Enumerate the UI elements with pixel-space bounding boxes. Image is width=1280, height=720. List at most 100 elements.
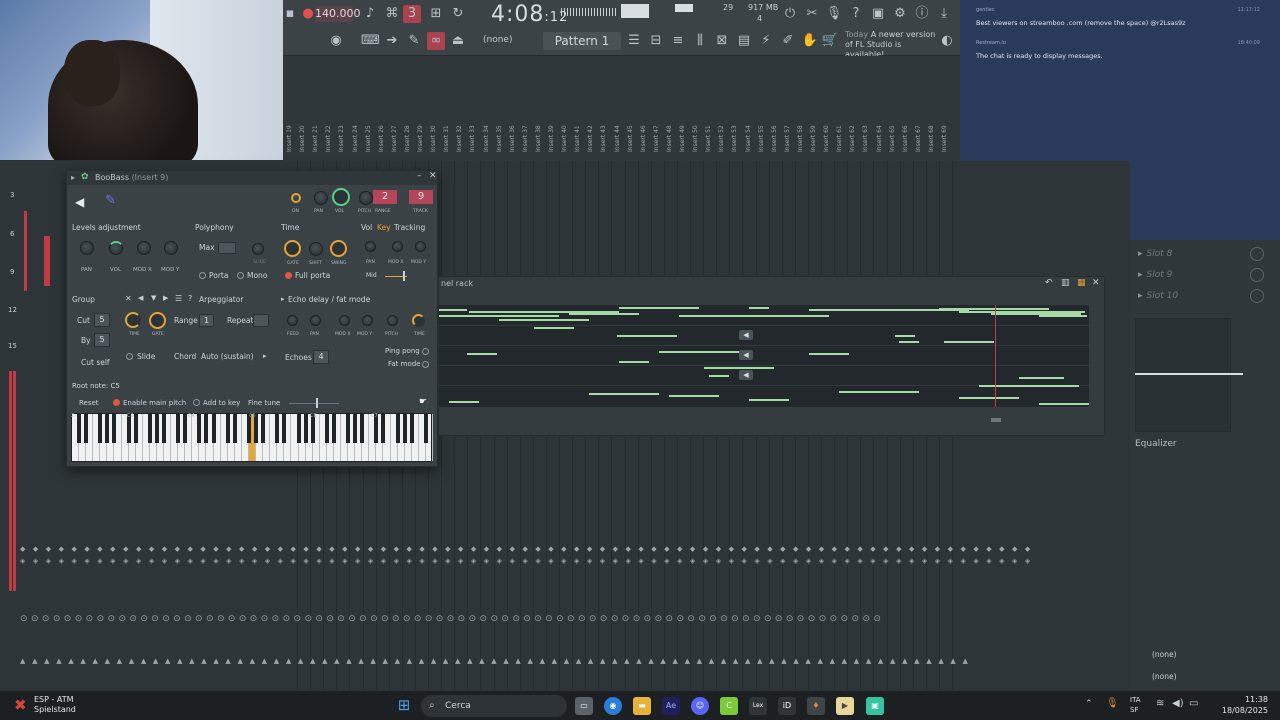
insert-label[interactable]: Insert 65 [889, 92, 899, 152]
note-block[interactable] [619, 361, 649, 363]
piano-black-key[interactable] [84, 414, 89, 443]
plug-icon[interactable]: ⚡ [757, 32, 775, 50]
levels-mody-knob[interactable] [164, 241, 178, 255]
chrome-icon[interactable]: ◉ [604, 697, 622, 715]
insert-label[interactable]: Insert 56 [771, 92, 781, 152]
insert-label[interactable]: Insert 28 [404, 92, 414, 152]
insert-label[interactable]: Insert 35 [496, 92, 506, 152]
cut-self-button[interactable]: Cut self [81, 358, 110, 367]
weather-icon[interactable]: ✖ [14, 696, 27, 714]
piano-black-key[interactable] [147, 414, 152, 443]
piano-black-key[interactable] [197, 414, 202, 443]
system-clock[interactable]: 11:38 18/08/2025 [1222, 694, 1268, 716]
piano-black-key[interactable] [353, 414, 358, 443]
on-knob[interactable] [291, 193, 301, 203]
insert-label[interactable]: Insert 45 [627, 92, 637, 152]
wifi-icon[interactable]: ≋ [1156, 698, 1164, 709]
note-block[interactable] [1039, 403, 1089, 405]
piano-roll-preview[interactable] [439, 305, 1089, 407]
insert-label[interactable]: Insert 25 [365, 92, 375, 152]
loop-record-icon[interactable]: ↻ [449, 5, 467, 23]
slide-radio[interactable] [126, 353, 133, 360]
language-indicator[interactable]: ITA SF [1130, 695, 1141, 715]
task-view-icon[interactable]: ▭ [575, 697, 593, 715]
channel-speaker-icon[interactable]: ◀ [739, 350, 753, 360]
channel-rack-title[interactable]: nel rack [439, 277, 1104, 291]
piano-black-key[interactable] [232, 414, 237, 443]
group-list-icon[interactable]: ☰ [175, 294, 182, 303]
step-edit-icon[interactable]: ⊞ [427, 5, 445, 23]
chord-arrow-icon[interactable]: ▸ [263, 352, 267, 360]
chord-select[interactable]: Auto (sustain) [201, 352, 254, 361]
insert-label[interactable]: Insert 69 [941, 92, 951, 152]
plugin-gear-icon[interactable]: ✿ [81, 172, 89, 182]
insert-label[interactable]: Insert 54 [745, 92, 755, 152]
input-none[interactable]: (none) [1152, 672, 1177, 681]
menu-arrow-icon[interactable]: ▸ [71, 173, 75, 182]
insert-label[interactable]: Insert 51 [705, 92, 715, 152]
piano-black-key[interactable] [133, 414, 138, 443]
clipboard-icon[interactable]: ▤ [735, 32, 753, 50]
note-block[interactable] [749, 307, 769, 309]
insert-label[interactable]: Insert 47 [653, 92, 663, 152]
wait-icon[interactable]: ⌘ [383, 5, 401, 23]
tracking-mody-knob[interactable] [415, 241, 426, 252]
piano-black-key[interactable] [423, 414, 428, 443]
volume-icon[interactable]: ◀) [1172, 698, 1184, 709]
speaker-icon[interactable]: ◀ [75, 195, 84, 209]
piano-black-key[interactable] [204, 414, 209, 443]
fat-mode-radio[interactable] [422, 361, 429, 368]
windows-start-icon[interactable]: ⊞ [395, 696, 413, 714]
online-icon[interactable]: ⏻ [781, 5, 799, 23]
tab-key[interactable]: Key [377, 223, 391, 232]
piano-black-key[interactable] [105, 414, 110, 443]
tray-chevron-icon[interactable]: ⌃ [1085, 699, 1093, 709]
channel-rack-icon[interactable]: ≡ [669, 32, 687, 50]
insert-label[interactable]: Insert 30 [430, 92, 440, 152]
mixer-view-icon[interactable]: ⫼ [691, 32, 709, 50]
insert-label[interactable]: Insert 42 [587, 92, 597, 152]
piano-keyboard[interactable] [71, 413, 433, 462]
insert-label[interactable]: Insert 19 [286, 92, 296, 152]
echo-mody-knob[interactable] [362, 315, 373, 326]
piano-black-key[interactable] [261, 414, 266, 443]
tab-vol[interactable]: Vol [361, 223, 372, 232]
touch-icon[interactable]: ✋ [801, 32, 819, 50]
echo-time-knob[interactable] [412, 314, 425, 327]
mono-radio[interactable] [237, 272, 244, 279]
fine-tune-slider[interactable] [289, 403, 339, 404]
file-explorer-icon[interactable]: ▬ [633, 697, 651, 715]
piano-black-key[interactable] [402, 414, 407, 443]
app-icon[interactable]: ▶ [836, 697, 854, 715]
graph-icon[interactable]: ▥ [1061, 278, 1070, 288]
note-block[interactable] [839, 391, 919, 393]
full-porta-radio[interactable] [285, 272, 292, 279]
battery-icon[interactable]: ▭ [1189, 698, 1198, 709]
note-block[interactable] [499, 319, 589, 321]
pattern-selector[interactable]: Pattern 1 [543, 32, 621, 50]
insert-label[interactable]: Insert 24 [352, 92, 362, 152]
note-block[interactable] [449, 401, 479, 403]
rack-close-icon[interactable]: ✕ [1092, 278, 1100, 288]
insert-label[interactable]: Insert 34 [483, 92, 493, 152]
note-block[interactable] [1019, 377, 1064, 379]
insert-label[interactable]: Insert 40 [561, 92, 571, 152]
insert-label[interactable]: Insert 43 [600, 92, 610, 152]
rack-scrollbar[interactable] [991, 418, 1001, 422]
piano-black-key[interactable] [409, 414, 414, 443]
note-block[interactable] [679, 315, 829, 317]
info-icon[interactable]: ⓘ [913, 5, 931, 23]
reset-button[interactable]: Reset [79, 399, 99, 407]
arp-gate-knob[interactable] [149, 312, 166, 329]
piano-black-key[interactable] [77, 414, 82, 443]
playlist-icon[interactable]: ☰ [625, 32, 643, 50]
echo-feed-knob[interactable] [287, 315, 298, 326]
channel-speaker-icon[interactable]: ◀ [739, 370, 753, 380]
repeat-value[interactable] [253, 314, 269, 327]
note-block[interactable] [895, 335, 915, 337]
note-block[interactable] [617, 335, 677, 337]
group-close-icon[interactable]: ✕ [125, 294, 132, 303]
piano-black-key[interactable] [282, 414, 287, 443]
taskbar-search[interactable]: Cerca [421, 695, 567, 717]
note-block[interactable] [589, 393, 659, 395]
